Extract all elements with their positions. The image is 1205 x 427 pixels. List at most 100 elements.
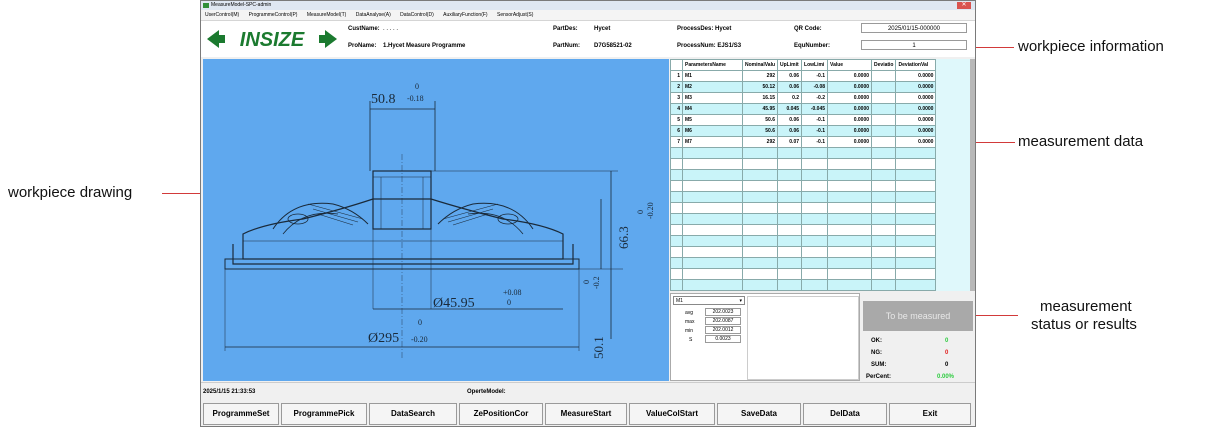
table-cell	[895, 202, 937, 214]
header-up-limit[interactable]: UpLimit	[777, 59, 803, 71]
table-row[interactable]	[670, 268, 937, 280]
table-cell	[871, 213, 897, 225]
leader-line-drawing	[162, 193, 204, 194]
table-cell	[871, 268, 897, 280]
table-row[interactable]	[670, 202, 937, 214]
table-row[interactable]: 1 M1 292 0.06 -0.1 0.0000 0.0000	[670, 70, 937, 82]
table-cell	[827, 158, 873, 170]
close-icon[interactable]: ✕	[957, 2, 971, 9]
table-row[interactable]	[670, 169, 937, 181]
table-cell: -0.1	[801, 136, 829, 148]
table-cell	[871, 290, 897, 291]
max-label: max	[685, 319, 695, 325]
table-cell	[871, 136, 897, 148]
table-row[interactable]	[670, 158, 937, 170]
table-cell	[777, 169, 803, 181]
qr-code-label: QR Code:	[794, 26, 822, 32]
table-row[interactable]: 7 M7 292 0.07 -0.1 0.0000 0.0000	[670, 136, 937, 148]
ok-count: 0	[945, 338, 949, 344]
part-num-label: PartNum:	[553, 43, 581, 49]
menu-item-auxiliary-function[interactable]: AuxiliaryFunction(F)	[443, 12, 487, 18]
table-row[interactable]: 4 M4 45.95 0.045 -0.045 0.0000 0.0000	[670, 103, 937, 115]
table-row[interactable]	[670, 191, 937, 203]
value-col-start-button[interactable]: ValueColStart	[629, 403, 715, 425]
workpiece-drawing: 50.8 0 -0.18 66.3 0 -0.20 50.1 0 -0.2 Ø4…	[203, 59, 669, 381]
table-cell	[741, 169, 779, 181]
row-index	[670, 147, 683, 159]
header-value[interactable]: Value	[827, 59, 873, 71]
del-data-button[interactable]: DelData	[803, 403, 887, 425]
operate-mode-label: OperteModel:	[467, 389, 506, 395]
s-label: S	[689, 337, 693, 343]
table-cell	[871, 70, 897, 82]
measure-start-button[interactable]: MeasureStart	[545, 403, 627, 425]
table-row[interactable]: 5 M5 50.6 0.06 -0.1 0.0000 0.0000	[670, 114, 937, 126]
part-des-label: PartDes:	[553, 26, 578, 32]
table-row[interactable]: 6 M6 50.6 0.06 -0.1 0.0000 0.0000	[670, 125, 937, 137]
table-scrollbar[interactable]	[970, 59, 975, 291]
menu-item-sensor-adjust[interactable]: SensorAdjust(S)	[497, 12, 533, 18]
table-row[interactable]: 3 M3 16.15 0.2 -0.2 0.0000 0.0000	[670, 92, 937, 104]
table-cell: 0.0000	[827, 125, 873, 137]
menu-item-data-analyse[interactable]: DataAnalyse(A)	[356, 12, 391, 18]
action-toolbar: ProgrammeSet ProgrammePick DataSearch Ze…	[201, 403, 975, 427]
programme-pick-button[interactable]: ProgrammePick	[281, 403, 367, 425]
menu-item-user-control[interactable]: UserControl(M)	[205, 12, 239, 18]
exit-button[interactable]: Exit	[889, 403, 971, 425]
dim-top-tol-lower: -0.18	[407, 94, 424, 103]
data-search-button[interactable]: DataSearch	[369, 403, 457, 425]
table-cell	[827, 213, 873, 225]
table-cell: 0.06	[777, 125, 803, 137]
statistics-panel: M1 ▾ avg 202.0023 max 202.0087 min 202.0…	[670, 293, 860, 381]
table-row[interactable]	[670, 180, 937, 192]
table-cell	[777, 235, 803, 247]
header-deviation-value[interactable]: DeviationVal	[895, 59, 937, 71]
equ-number-field[interactable]: 1	[861, 40, 967, 50]
dim-right-1-tol-lower: -0.20	[646, 202, 655, 219]
table-cell	[777, 213, 803, 225]
process-des-label: ProcessDes: Hycet	[677, 26, 732, 32]
qr-code-field[interactable]: 2025/01/15-000000	[861, 23, 967, 33]
table-cell	[871, 147, 897, 159]
table-cell	[871, 169, 897, 181]
table-cell	[827, 169, 873, 181]
insize-logo: INSIZE	[207, 29, 337, 51]
table-cell	[801, 246, 829, 258]
app-icon	[203, 3, 209, 8]
menu-item-measure-model[interactable]: MeasureModel(T)	[307, 12, 346, 18]
table-cell	[741, 202, 779, 214]
table-row[interactable]	[670, 147, 937, 159]
table-cell	[895, 180, 937, 192]
table-cell: -0.08	[801, 81, 829, 93]
programme-set-button[interactable]: ProgrammeSet	[203, 403, 279, 425]
parameter-select[interactable]: M1 ▾	[673, 296, 745, 305]
table-row[interactable]	[670, 213, 937, 225]
table-row[interactable]	[670, 235, 937, 247]
table-cell	[801, 147, 829, 159]
save-data-button[interactable]: SaveData	[717, 403, 801, 425]
table-cell: 0.0000	[895, 70, 937, 82]
table-row[interactable]	[670, 257, 937, 269]
table-cell	[741, 180, 779, 192]
table-cell	[871, 257, 897, 269]
table-row[interactable]: 2 M2 50.12 0.06 -0.08 0.0000 0.0000	[670, 81, 937, 93]
table-cell	[741, 147, 779, 159]
table-cell: 0.06	[777, 70, 803, 82]
ze-position-cor-button[interactable]: ZePositionCor	[459, 403, 543, 425]
header-low-limit[interactable]: LowLimi	[801, 59, 829, 71]
table-cell	[895, 235, 937, 247]
header-parameters-name[interactable]: ParametersName	[682, 59, 743, 71]
table-cell	[682, 257, 743, 269]
row-index	[670, 180, 683, 192]
header-deviation[interactable]: Deviatio	[871, 59, 897, 71]
menu-item-programme-control[interactable]: ProgrammeControl(P)	[249, 12, 298, 18]
header-nominal-value[interactable]: NominalValu	[741, 59, 779, 71]
table-row[interactable]	[670, 279, 937, 291]
table-row[interactable]	[670, 246, 937, 258]
table-row[interactable]	[670, 224, 937, 236]
table-cell	[777, 180, 803, 192]
table-row[interactable]	[670, 290, 937, 291]
table-cell	[682, 279, 743, 291]
dim-top-tol-upper: 0	[415, 82, 419, 91]
menu-item-data-control[interactable]: DataControl(D)	[400, 12, 434, 18]
